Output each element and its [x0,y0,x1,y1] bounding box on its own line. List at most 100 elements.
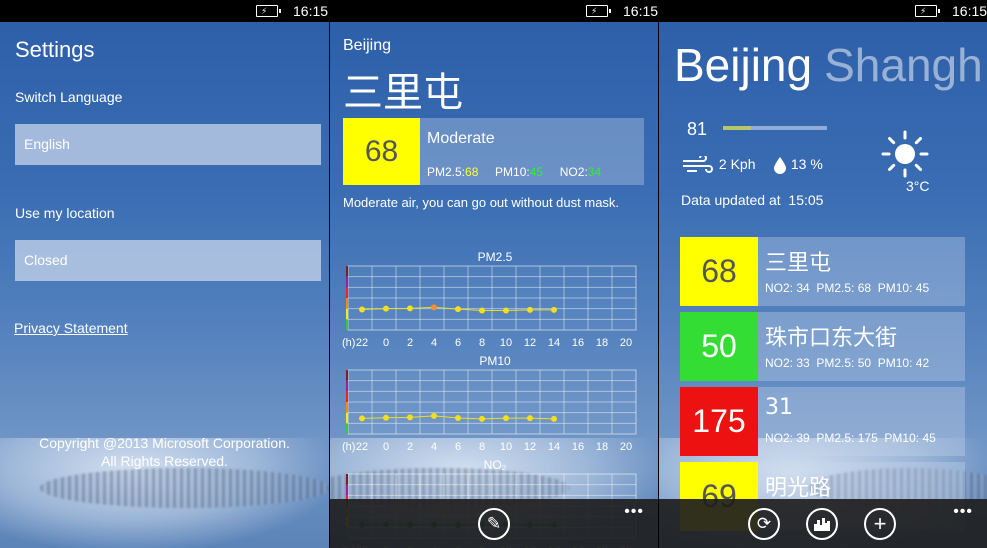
city-overview-screen: ⚡ 16:15 Beijing Shangh 81 2 Kph 13 % Data… [659,0,987,548]
aqi-scale-band [346,276,348,288]
station-row[interactable]: 68 三里屯 NO2: 34 PM2.5: 68 PM10: 45 [680,237,965,306]
station-info: 三里屯 NO2: 34 PM2.5: 68 PM10: 45 [758,237,965,306]
pivot-current-city[interactable]: Beijing [674,39,812,91]
data-updated: Data updated at 15:05 [681,192,823,208]
updated-label: Data updated at [681,192,781,208]
station-pm25: PM2.5: 68 [816,281,872,295]
data-point [383,414,389,421]
aqi-scale-band [346,402,348,413]
aqi-scale-band [346,266,348,277]
edit-button[interactable]: ✎ [478,508,510,540]
data-point [479,307,485,314]
aqi-scale-band [346,391,348,402]
aqi-scale-band [346,380,348,392]
x-tick-label: 8 [479,337,485,349]
more-menu-button[interactable]: ••• [624,503,644,521]
x-tick-label: 20 [620,337,632,349]
status-bar: ⚡ 16:15 [659,0,987,22]
city-pivot: Beijing Shangh [674,38,983,92]
x-tick-label: 0 [383,441,389,453]
aqi-level: Moderate [427,130,495,147]
city-button[interactable] [806,508,838,540]
humidity-drop-icon [774,157,786,175]
x-tick-label: 20 [620,441,632,453]
edit-icon: ✎ [486,514,502,533]
privacy-statement-link[interactable]: Privacy Statement [14,320,128,336]
station-aqi: 175 [680,387,758,456]
station-no2: NO2: 34 [765,281,810,295]
location-toggle[interactable]: Closed [15,240,321,281]
data-point [527,415,533,422]
x-tick-label: 10 [500,337,512,349]
aqi-progress-fill [723,126,752,130]
city-icon [814,518,830,531]
x-tick-label: 22 [356,441,368,453]
refresh-icon: ⟳ [756,514,772,533]
station-row[interactable]: 175 31 NO2: 39 PM2.5: 175 PM10: 45 [680,387,965,456]
battery-icon: ⚡ [915,5,940,17]
aqi-scale-band [346,423,348,434]
station-no2: NO2: 33 [765,356,810,370]
language-picker[interactable]: English [15,124,321,165]
sun-icon [881,130,929,178]
status-time: 16:15 [952,3,987,19]
x-tick-label: 4 [431,337,437,349]
no2-value: 34 [587,165,602,179]
data-point [383,305,389,312]
aqi-info-panel: Moderate PM2.5:68 PM10:45 NO2:34 [420,118,644,185]
station-pm25: PM2.5: 50 [816,356,872,370]
battery-icon: ⚡ [586,5,611,17]
x-tick-label: 16 [572,441,584,453]
chart-title-pm25: PM2.5 [477,250,513,264]
station-name: 三里屯 [343,70,463,116]
aqi-progress-bar [723,126,827,130]
more-menu-button[interactable]: ••• [953,503,973,521]
x-tick-label: 18 [596,441,608,453]
station-pm25: PM2.5: 175 [816,431,878,445]
station-row[interactable]: 50 珠市口东大街 NO2: 33 PM2.5: 50 PM10: 42 [680,312,965,381]
x-tick-label: 22 [356,337,368,349]
station-no2: NO2: 39 [765,431,810,445]
x-tick-label: 2 [407,441,413,453]
health-advice: Moderate air, you can go out without dus… [343,195,620,210]
x-tick-label: 10 [500,441,512,453]
station-pm10: PM10: 42 [877,356,930,370]
x-tick-label: 0 [383,337,389,349]
data-point [359,306,365,313]
data-point [479,415,485,422]
station-info: 珠市口东大街 NO2: 33 PM2.5: 50 PM10: 42 [758,312,965,381]
status-time: 16:15 [293,3,329,19]
pivot-next-city[interactable]: Shangh [824,39,983,91]
add-city-button[interactable]: + [864,508,896,540]
city-name: Beijing [343,37,392,54]
switch-language-label: Switch Language [15,89,123,105]
data-point [431,304,437,311]
station-detail-screen: ⚡ 16:15 Beijing 三里屯 6 8 Moderate PM2.5:68… [330,0,658,548]
status-time: 16:15 [623,3,658,19]
x-tick-label: 8 [479,441,485,453]
chart-title-no2: NO₂ [483,458,507,472]
use-location-label: Use my location [15,205,115,221]
station-info: 31 NO2: 39 PM2.5: 175 PM10: 45 [758,387,965,456]
data-point [455,306,461,313]
battery-icon: ⚡ [256,5,281,17]
x-axis-label: (h) [342,337,355,349]
copyright-line-1: Copyright @2013 Microsoft Corporation. [39,435,290,451]
x-tick-label: 6 [455,337,461,349]
aqi-scale-band [346,484,348,496]
humidity-info: 13 % [773,156,823,175]
status-bar: ⚡ 16:15 [0,0,329,22]
station-pollutants: NO2: 34 PM2.5: 68 PM10: 45 [765,281,929,295]
stadium-image [40,468,329,508]
data-point [455,414,461,421]
data-point [527,306,533,313]
pm10-chart: (h) 22 0 2 4 6 8 10 12 14 16 18 20 [342,369,637,453]
pm10-value: 45 [529,165,544,179]
pm25-chart: (h) 22 0 2 4 6 8 10 12 14 16 18 20 [342,265,637,349]
aqi-scale-band [346,308,348,320]
temperature: 3°C [906,178,930,194]
x-axis-label: (h) [342,441,355,453]
refresh-button[interactable]: ⟳ [748,508,780,540]
x-tick-label: 4 [431,441,437,453]
x-tick-label: 14 [548,441,560,453]
